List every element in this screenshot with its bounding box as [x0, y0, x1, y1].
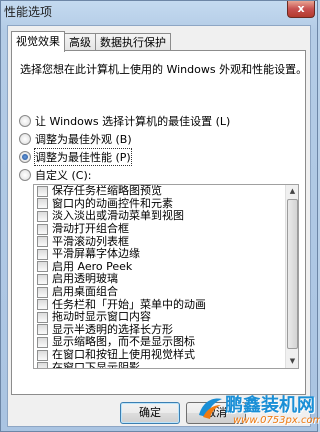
checkbox[interactable] [37, 185, 48, 197]
checklist-item-label: 平滑屏幕字体边缘 [52, 247, 140, 261]
checklist-item[interactable]: 拖动时显示窗口内容 [34, 311, 286, 324]
checkbox[interactable] [37, 198, 48, 210]
checklist-item[interactable]: 在窗口下显示阴影 [34, 360, 286, 369]
checkbox[interactable] [37, 248, 48, 260]
radio-label: 调整为最佳性能 (P) [34, 148, 132, 166]
site-watermark: 鹏鑫装机网 www.0753px.com [195, 389, 320, 429]
checklist-item-label: 淡入淡出或滑动菜单到视图 [52, 209, 184, 223]
checklist-scrollbar[interactable]: ▲ ▼ [285, 185, 298, 368]
radio-button[interactable] [19, 133, 31, 145]
radio-best-appearance[interactable]: 调整为最佳外观 (B) [19, 131, 132, 147]
radio-label: 自定义 (C): [35, 169, 92, 182]
checklist-item-label: 启用桌面组合 [52, 285, 118, 299]
watermark-brand: 鹏鑫装机网 [225, 395, 315, 416]
tab-strip: 视觉效果 高级 数据执行保护 [11, 31, 171, 52]
checkbox[interactable] [37, 349, 48, 361]
checkbox[interactable] [37, 324, 48, 336]
scroll-down-arrow-icon[interactable]: ▼ [286, 355, 298, 368]
checklist-item[interactable]: 保存任务栏缩略图预览 [34, 185, 286, 198]
radio-button[interactable] [19, 169, 31, 181]
radio-let-windows-choose[interactable]: 让 Windows 选择计算机的最佳设置 (L) [19, 113, 230, 129]
radio-best-performance[interactable]: 调整为最佳性能 (P) [19, 148, 132, 166]
dialog-body: 视觉效果 高级 数据执行保护 选择您想在此计算机上使用的 Windows 外观和… [7, 25, 311, 427]
close-icon: x [297, 2, 305, 15]
radio-label: 调整为最佳外观 (B) [35, 133, 132, 146]
checkbox[interactable] [37, 273, 48, 285]
title-bar[interactable]: 性能选项 x [1, 1, 317, 25]
checkbox[interactable] [37, 236, 48, 248]
checkbox[interactable] [37, 311, 48, 323]
checklist-item[interactable]: 启用透明玻璃 [34, 273, 286, 286]
scroll-thumb[interactable] [287, 199, 298, 349]
ok-button[interactable]: 确定 [120, 402, 180, 424]
performance-options-window: 性能选项 x 视觉效果 高级 数据执行保护 选择您想在此计算机上使用的 Wind… [0, 0, 320, 432]
checklist-item-label: 在窗口下显示阴影 [52, 360, 140, 369]
checkbox[interactable] [37, 299, 48, 311]
checklist-item-label: 平滑滚动列表框 [52, 234, 129, 248]
checklist-item-label: 拖动时显示窗口内容 [52, 310, 151, 324]
effects-checklist[interactable]: 保存任务栏缩略图预览 窗口内的动画控件和元素 淡入淡出或滑动菜单到视图 滑动打开组合框… [33, 184, 299, 369]
visual-effects-panel: 选择您想在此计算机上使用的 Windows 外观和性能设置。 让 Windows… [11, 50, 308, 395]
checklist-item-label: 保存任务栏缩略图预览 [52, 184, 162, 198]
checkbox[interactable] [37, 223, 48, 235]
checklist-item[interactable]: 启用桌面组合 [34, 286, 286, 299]
checklist-item-label: 在窗口和按钮上使用视觉样式 [52, 348, 195, 362]
radio-label: 让 Windows 选择计算机的最佳设置 (L) [35, 115, 231, 128]
panel-description: 选择您想在此计算机上使用的 Windows 外观和性能设置。 [20, 63, 308, 76]
scroll-up-arrow-icon[interactable]: ▲ [286, 185, 298, 198]
checklist-item-label: 滑动打开组合框 [52, 222, 129, 236]
window-title: 性能选项 [4, 5, 53, 19]
checklist-item-label: 启用透明玻璃 [52, 272, 118, 286]
tab-visual-effects[interactable]: 视觉效果 [11, 31, 65, 52]
checklist-items: 保存任务栏缩略图预览 窗口内的动画控件和元素 淡入淡出或滑动菜单到视图 滑动打开组合框… [34, 185, 286, 369]
checkbox[interactable] [37, 286, 48, 298]
checkbox[interactable] [37, 336, 48, 348]
checklist-item[interactable]: 显示缩略图，而不是显示图标 [34, 336, 286, 349]
checklist-item-label: 任务栏和「开始」菜单中的动画 [52, 297, 206, 311]
checkbox[interactable] [37, 261, 48, 273]
checkbox[interactable] [37, 362, 48, 368]
close-button[interactable]: x [287, 1, 315, 18]
radio-button-selected[interactable] [19, 151, 31, 163]
checklist-item[interactable]: 平滑屏幕字体边缘 [34, 248, 286, 261]
checklist-item-label: 显示缩略图，而不是显示图标 [52, 335, 195, 349]
site-logo-icon [199, 398, 222, 419]
watermark-url: www.0753px.com [233, 415, 320, 426]
checklist-item[interactable]: 滑动打开组合框 [34, 223, 286, 236]
checklist-item[interactable]: 淡入淡出或滑动菜单到视图 [34, 210, 286, 223]
checklist-item[interactable]: 在窗口和按钮上使用视觉样式 [34, 349, 286, 362]
checkbox[interactable] [37, 210, 48, 222]
radio-button[interactable] [19, 115, 31, 127]
radio-custom[interactable]: 自定义 (C): [19, 167, 91, 183]
